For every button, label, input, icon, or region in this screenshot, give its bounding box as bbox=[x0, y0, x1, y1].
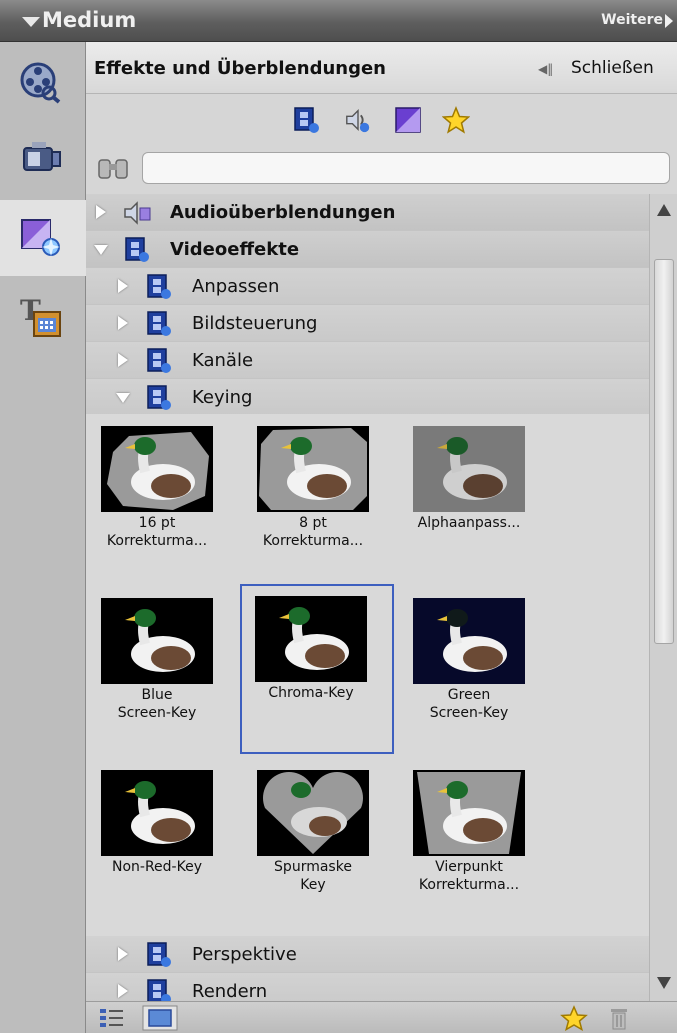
sidebar: T bbox=[0, 42, 86, 1033]
panel-heading: Effekte und Überblendungen bbox=[94, 58, 386, 79]
search-row bbox=[86, 144, 677, 192]
close-arrow-icon[interactable]: ◀‖ bbox=[538, 62, 553, 76]
subcategory-label: Bildsteuerung bbox=[192, 313, 318, 334]
effect-tile-non-red[interactable]: Non-Red-Key bbox=[86, 758, 240, 928]
category-video-effects[interactable]: Videoeffekte bbox=[86, 231, 649, 268]
binoculars-icon bbox=[98, 159, 128, 179]
effect-tile-alpha[interactable]: Alphaanpass... bbox=[398, 414, 552, 584]
effect-label: 8 pt Korrekturma... bbox=[262, 515, 364, 549]
effect-label: 16 pt Korrekturma... bbox=[106, 515, 208, 549]
effect-label: Blue Screen-Key bbox=[117, 687, 197, 721]
effect-label: Alphaanpass... bbox=[417, 515, 521, 531]
search-input[interactable] bbox=[142, 152, 670, 184]
subcategory-bildsteuerung[interactable]: Bildsteuerung bbox=[86, 305, 649, 342]
panel-header: Effekte und Überblendungen ◀‖ Schließen bbox=[86, 42, 677, 94]
effect-thumbnail bbox=[101, 598, 213, 684]
subcategory-rendern[interactable]: Rendern bbox=[86, 973, 649, 1001]
scroll-down-icon[interactable] bbox=[657, 977, 671, 989]
thumbnail-view-icon[interactable] bbox=[142, 1005, 178, 1031]
video-effect-icon bbox=[125, 237, 149, 262]
effect-thumbnail bbox=[101, 770, 213, 856]
audio-icon bbox=[124, 201, 151, 225]
panel-title: Medium bbox=[42, 8, 137, 32]
media-icon bbox=[20, 62, 61, 104]
effect-label: Green Screen-Key bbox=[429, 687, 509, 721]
effect-label: Chroma-Key bbox=[268, 685, 354, 701]
transitions-filter-icon[interactable] bbox=[394, 106, 422, 134]
effect-thumbnail bbox=[255, 596, 367, 682]
effect-tile-track-matte[interactable]: Spurmaske Key bbox=[242, 758, 396, 928]
effect-thumbnail bbox=[413, 426, 525, 512]
effect-tile-four-point[interactable]: Vierpunkt Korrekturma... bbox=[398, 758, 552, 928]
category-label: Videoeffekte bbox=[170, 239, 300, 260]
collapse-arrow-icon[interactable] bbox=[22, 17, 40, 27]
subcategory-kanaele[interactable]: Kanäle bbox=[86, 342, 649, 379]
subcategory-label: Rendern bbox=[192, 981, 268, 1001]
effect-thumbnail bbox=[257, 426, 369, 512]
subcategory-label: Perspektive bbox=[192, 944, 297, 965]
video-effect-icon bbox=[147, 385, 171, 410]
category-audio-transitions[interactable]: Audioüberblendungen bbox=[86, 194, 649, 231]
effect-tile-green-screen[interactable]: Green Screen-Key bbox=[398, 586, 552, 756]
effect-label: Non-Red-Key bbox=[112, 859, 202, 875]
sidebar-button-media[interactable] bbox=[0, 46, 86, 122]
video-effect-icon bbox=[147, 311, 171, 336]
expand-arrow-icon[interactable] bbox=[118, 279, 128, 293]
expand-arrow-icon[interactable] bbox=[118, 316, 128, 330]
more-arrow-icon[interactable] bbox=[665, 14, 673, 28]
expand-arrow-icon[interactable] bbox=[118, 353, 128, 367]
effects-panel: Effekte und Überblendungen ◀‖ Schließen bbox=[86, 42, 677, 1033]
effects-icon bbox=[21, 219, 60, 256]
audio-effects-filter-icon[interactable] bbox=[344, 106, 372, 134]
video-effect-icon bbox=[147, 979, 171, 1001]
subcategory-anpassen[interactable]: Anpassen bbox=[86, 268, 649, 305]
effect-label: Spurmaske Key bbox=[274, 859, 352, 893]
expand-arrow-icon[interactable] bbox=[96, 205, 106, 219]
subcategory-label: Anpassen bbox=[192, 276, 280, 297]
category-label: Audioüberblendungen bbox=[170, 202, 396, 223]
more-button[interactable]: Weitere bbox=[601, 12, 663, 28]
effect-tile-chroma-key[interactable]: Chroma-Key bbox=[240, 584, 394, 754]
subcategory-keying[interactable]: Keying bbox=[86, 379, 649, 416]
subcategory-label: Keying bbox=[192, 387, 253, 408]
effect-thumbnail bbox=[257, 770, 369, 856]
sidebar-button-titles[interactable]: T bbox=[0, 280, 86, 356]
effect-thumbnail bbox=[413, 598, 525, 684]
camera-icon bbox=[23, 142, 61, 171]
collapse-arrow-icon[interactable] bbox=[116, 393, 130, 403]
video-effect-icon bbox=[147, 348, 171, 373]
video-effect-icon bbox=[147, 942, 171, 967]
subcategory-perspektive[interactable]: Perspektive bbox=[86, 936, 649, 973]
sidebar-button-effects[interactable] bbox=[0, 200, 86, 276]
expand-arrow-icon[interactable] bbox=[118, 984, 128, 998]
effect-thumbnail bbox=[413, 770, 525, 856]
subcategory-label: Kanäle bbox=[192, 350, 254, 371]
panel-titlebar: Medium Weitere bbox=[0, 0, 677, 42]
favorites-icon[interactable] bbox=[560, 1005, 588, 1031]
effect-tile-8pt[interactable]: 8 pt Korrekturma... bbox=[242, 414, 396, 584]
favorites-filter-icon[interactable] bbox=[442, 106, 470, 134]
collapse-arrow-icon[interactable] bbox=[94, 245, 108, 255]
vertical-scrollbar[interactable] bbox=[649, 194, 677, 1001]
expand-arrow-icon[interactable] bbox=[118, 947, 128, 961]
scroll-thumb[interactable] bbox=[654, 259, 674, 644]
effect-thumbnail bbox=[101, 426, 213, 512]
effects-tree: Audioüberblendungen Videoeffekte Anpasse… bbox=[86, 194, 649, 1001]
effect-label: Vierpunkt Korrekturma... bbox=[418, 859, 520, 893]
effect-tile-16pt[interactable]: 16 pt Korrekturma... bbox=[86, 414, 240, 584]
sidebar-button-camera[interactable] bbox=[0, 124, 86, 200]
effect-tile-blue-screen[interactable]: Blue Screen-Key bbox=[86, 586, 240, 756]
panel-footer bbox=[86, 1001, 677, 1033]
video-effects-filter-icon[interactable] bbox=[292, 106, 320, 134]
titles-icon: T bbox=[20, 294, 61, 337]
keying-effects-grid: 16 pt Korrekturma... 8 pt Korrekturma... bbox=[86, 414, 649, 936]
scroll-up-icon[interactable] bbox=[657, 204, 671, 216]
close-button[interactable]: Schließen bbox=[571, 58, 654, 78]
video-effect-icon bbox=[147, 274, 171, 299]
filter-bar bbox=[86, 94, 677, 144]
list-view-icon[interactable] bbox=[98, 1005, 126, 1031]
trash-icon[interactable] bbox=[606, 1005, 632, 1031]
